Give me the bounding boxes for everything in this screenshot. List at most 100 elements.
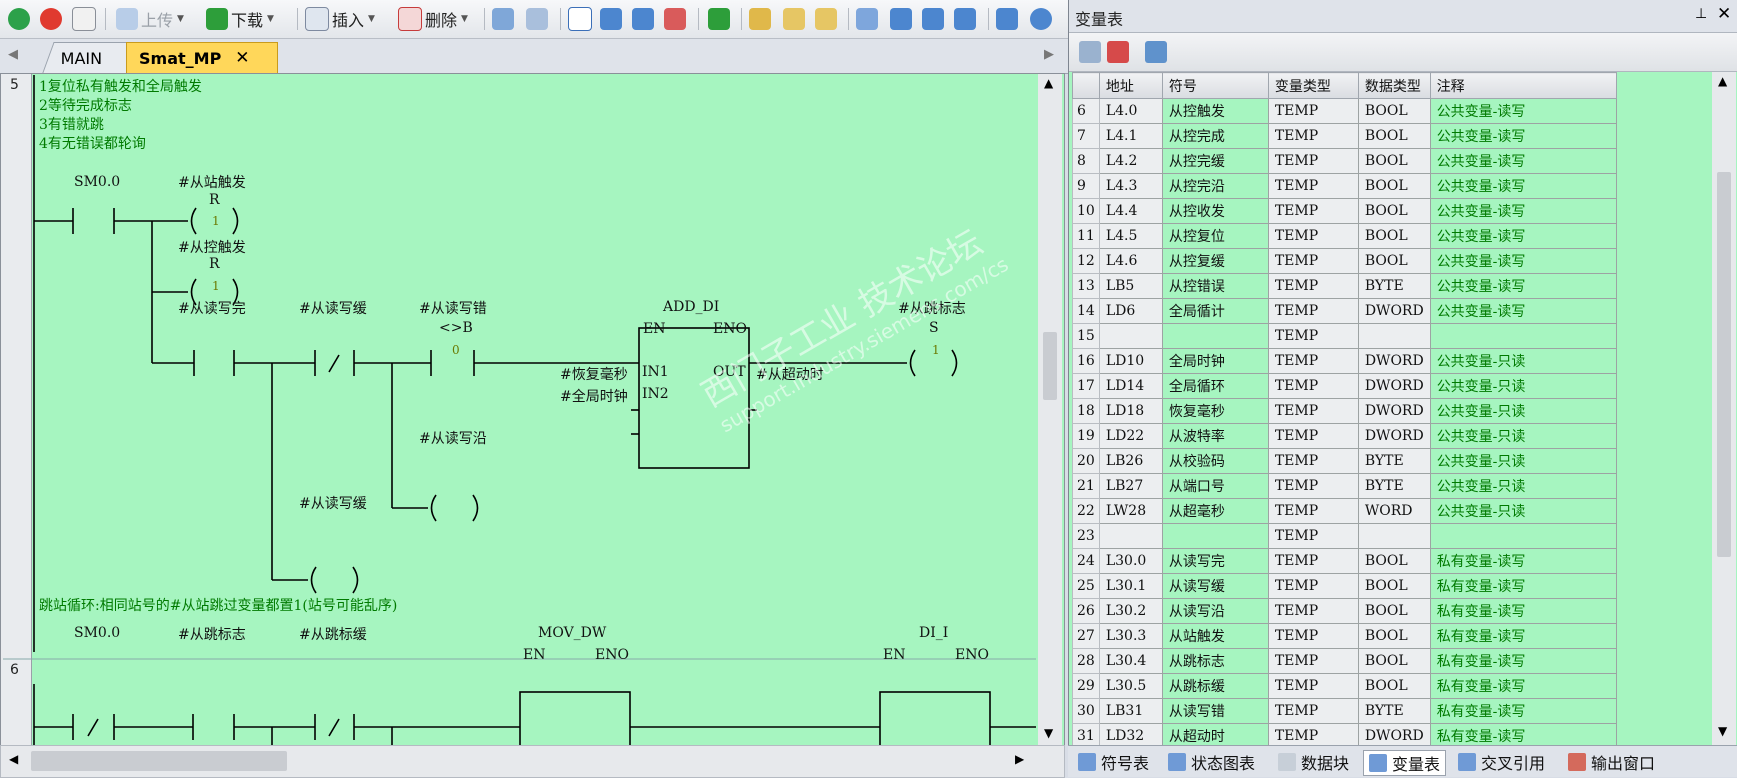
address-cell[interactable] <box>1098 323 1163 349</box>
address-cell[interactable]: L4.0 <box>1098 98 1163 124</box>
symbol-cell[interactable]: 从控触发 <box>1161 98 1269 124</box>
table-row[interactable]: 28 L30.4 从跳标志 TEMP BOOL 私有变量-读写 <box>1072 648 1617 674</box>
table-row[interactable]: 14 LD6 全局循计 TEMP DWORD 公共变量-读写 <box>1072 298 1617 324</box>
compile-button[interactable] <box>72 7 99 31</box>
back-button[interactable] <box>600 7 625 31</box>
var-type-cell[interactable]: TEMP <box>1267 373 1359 399</box>
data-type-cell[interactable]: BOOL <box>1357 573 1431 599</box>
tab-smat-mp[interactable]: Smat_MP ✕ <box>126 42 278 73</box>
stop-button[interactable] <box>40 7 65 31</box>
table-row[interactable]: 17 LD14 全局循环 TEMP DWORD 公共变量-只读 <box>1072 373 1617 399</box>
address-cell[interactable]: L30.2 <box>1098 598 1163 624</box>
tab-scroll-left-icon[interactable]: ◀ <box>8 47 18 62</box>
var-type-cell[interactable]: TEMP <box>1267 323 1359 349</box>
table-row[interactable]: 19 LD22 从波特率 TEMP DWORD 公共变量-只读 <box>1072 423 1617 449</box>
pin-icon[interactable]: ⊥ <box>1695 6 1707 22</box>
tab-variable-table[interactable]: 变量表 <box>1363 750 1447 776</box>
data-type-cell[interactable]: WORD <box>1357 498 1431 524</box>
symbol-cell[interactable]: 从控完沿 <box>1161 173 1269 199</box>
symbol-cell[interactable]: 从控收发 <box>1161 198 1269 224</box>
address-cell[interactable]: LW28 <box>1098 498 1163 524</box>
data-type-cell[interactable]: BOOL <box>1357 248 1431 274</box>
data-type-cell[interactable]: BOOL <box>1357 598 1431 624</box>
table-row[interactable]: 11 L4.5 从控复位 TEMP BOOL 公共变量-读写 <box>1072 223 1617 249</box>
comment-cell[interactable]: 公共变量-读写 <box>1429 123 1617 149</box>
comment-cell[interactable] <box>1429 523 1617 549</box>
table-row[interactable]: 16 LD10 全局时钟 TEMP DWORD 公共变量-只读 <box>1072 348 1617 374</box>
coil-button[interactable] <box>1030 7 1055 31</box>
var-type-cell[interactable]: TEMP <box>1267 173 1359 199</box>
chevron-down-icon[interactable]: ▼ <box>461 14 468 24</box>
symbol-cell[interactable] <box>1161 323 1269 349</box>
symbol-cell[interactable]: 从读写完 <box>1161 548 1269 574</box>
comment-cell[interactable]: 公共变量-只读 <box>1429 348 1617 374</box>
data-type-cell[interactable]: BOOL <box>1357 198 1431 224</box>
insert-button[interactable]: 插入 ▼ <box>305 7 375 31</box>
column-header-var-type[interactable]: 变量类型 <box>1267 72 1359 99</box>
symbol-cell[interactable]: 从控复缓 <box>1161 248 1269 274</box>
var-type-cell[interactable]: TEMP <box>1267 698 1359 724</box>
symbol-cell[interactable]: 全局循计 <box>1161 298 1269 324</box>
scroll-down-icon[interactable]: ▼ <box>1044 726 1053 740</box>
comment-cell[interactable]: 公共变量-只读 <box>1429 398 1617 424</box>
var-type-cell[interactable]: TEMP <box>1267 148 1359 174</box>
table-row[interactable]: 27 L30.3 从站触发 TEMP BOOL 私有变量-读写 <box>1072 623 1617 649</box>
address-cell[interactable]: LB27 <box>1098 473 1163 499</box>
comment-cell[interactable]: 私有变量-读写 <box>1429 698 1617 724</box>
network-collapse-button[interactable] <box>526 7 551 31</box>
goto-button[interactable] <box>708 7 733 31</box>
comment-cell[interactable]: 公共变量-读写 <box>1429 273 1617 299</box>
table-row[interactable]: 23 TEMP <box>1072 523 1617 549</box>
comment-cell[interactable]: 私有变量-读写 <box>1429 673 1617 699</box>
table-row[interactable]: 15 TEMP <box>1072 323 1617 349</box>
symbol-cell[interactable]: 全局时钟 <box>1161 348 1269 374</box>
address-cell[interactable]: LB26 <box>1098 448 1163 474</box>
scroll-up-icon[interactable]: ▲ <box>1044 76 1053 90</box>
table-row[interactable]: 24 L30.0 从读写完 TEMP BOOL 私有变量-读写 <box>1072 548 1617 574</box>
branch-button[interactable] <box>856 7 881 31</box>
tab-output-window[interactable]: 输出窗口 <box>1568 750 1655 774</box>
symbol-cell[interactable]: 全局循环 <box>1161 373 1269 399</box>
column-header-address[interactable]: 地址 <box>1098 72 1163 99</box>
data-type-cell[interactable]: BYTE <box>1357 473 1431 499</box>
comment-cell[interactable]: 私有变量-读写 <box>1429 623 1617 649</box>
column-header-symbol[interactable]: 符号 <box>1161 72 1269 99</box>
chevron-down-icon[interactable]: ▼ <box>177 14 184 24</box>
data-type-cell[interactable]: BOOL <box>1357 623 1431 649</box>
insert-row-icon[interactable] <box>1079 41 1101 63</box>
comment-cell[interactable]: 公共变量-只读 <box>1429 373 1617 399</box>
address-cell[interactable]: L4.1 <box>1098 123 1163 149</box>
data-type-cell[interactable]: BOOL <box>1357 123 1431 149</box>
data-type-cell[interactable] <box>1357 323 1431 349</box>
comment-cell[interactable]: 私有变量-读写 <box>1429 548 1617 574</box>
data-type-cell[interactable]: DWORD <box>1357 373 1431 399</box>
table-row[interactable]: 22 LW28 从超毫秒 TEMP WORD 公共变量-只读 <box>1072 498 1617 524</box>
var-type-cell[interactable]: TEMP <box>1267 298 1359 324</box>
download-button[interactable]: 下载 ▼ <box>206 7 274 31</box>
table-row[interactable]: 12 L4.6 从控复缓 TEMP BOOL 公共变量-读写 <box>1072 248 1617 274</box>
data-type-cell[interactable]: DWORD <box>1357 423 1431 449</box>
delete-button[interactable]: 删除 ▼ <box>398 7 468 31</box>
comment-cell[interactable]: 私有变量-读写 <box>1429 648 1617 674</box>
address-cell[interactable] <box>1098 523 1163 549</box>
comment-cell[interactable] <box>1429 323 1617 349</box>
table-row[interactable]: 20 LB26 从校验码 TEMP BYTE 公共变量-只读 <box>1072 448 1617 474</box>
var-type-cell[interactable]: TEMP <box>1267 498 1359 524</box>
address-cell[interactable]: LB5 <box>1098 273 1163 299</box>
network-expand-button[interactable] <box>492 7 517 31</box>
table-row[interactable]: 18 LD18 恢复毫秒 TEMP DWORD 公共变量-只读 <box>1072 398 1617 424</box>
table-row[interactable]: 29 L30.5 从跳标缓 TEMP BOOL 私有变量-读写 <box>1072 673 1617 699</box>
table-row[interactable]: 13 LB5 从控错误 TEMP BYTE 公共变量-读写 <box>1072 273 1617 299</box>
var-type-cell[interactable]: TEMP <box>1267 548 1359 574</box>
address-cell[interactable]: L4.5 <box>1098 223 1163 249</box>
tab-status-chart[interactable]: 状态图表 <box>1168 750 1255 774</box>
tab-data-block[interactable]: 数据块 <box>1278 750 1349 774</box>
table-row[interactable]: 6 L4.0 从控触发 TEMP BOOL 公共变量-读写 <box>1072 98 1617 124</box>
symbol-cell[interactable]: 从跳标缓 <box>1161 673 1269 699</box>
symbol-cell[interactable]: 从控完成 <box>1161 123 1269 149</box>
address-cell[interactable]: L30.1 <box>1098 573 1163 599</box>
table-row[interactable]: 8 L4.2 从控完缓 TEMP BOOL 公共变量-读写 <box>1072 148 1617 174</box>
comment-cell[interactable]: 公共变量-读写 <box>1429 198 1617 224</box>
table-row[interactable]: 30 LB31 从读写错 TEMP BYTE 私有变量-读写 <box>1072 698 1617 724</box>
import-icon[interactable] <box>1145 41 1167 63</box>
